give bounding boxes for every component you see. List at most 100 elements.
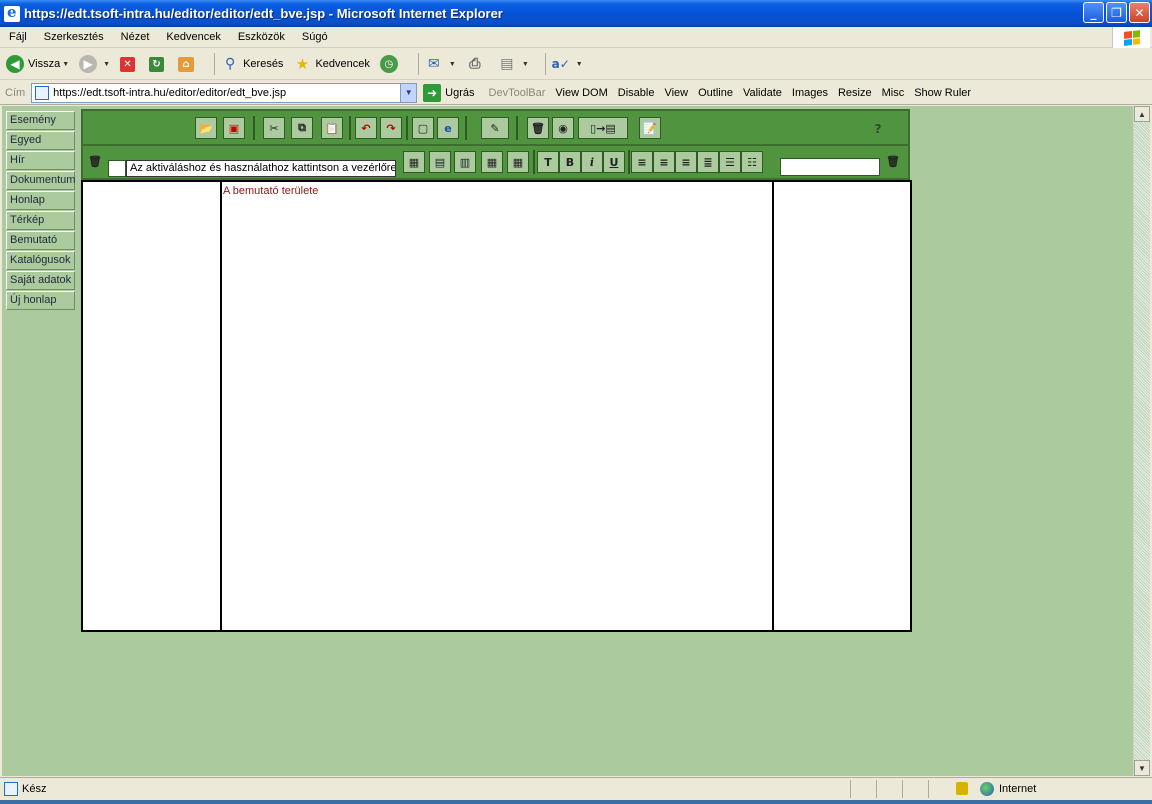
center-column[interactable]: A bemutató területe — [222, 182, 774, 630]
home-button[interactable]: ⌂ — [178, 56, 198, 72]
justify-icon[interactable]: ≣ — [697, 151, 719, 173]
address-input[interactable]: https://edt.tsoft-intra.hu/editor/editor… — [31, 82, 418, 103]
close-button[interactable]: ✕ — [1129, 2, 1150, 23]
editor-separator — [349, 116, 351, 140]
menu-tools[interactable]: Eszközök — [229, 31, 293, 43]
vertical-scrollbar[interactable]: ▲ ▼ — [1133, 106, 1150, 776]
nav-item-egyed[interactable]: Egyed — [6, 131, 75, 150]
edit-button[interactable]: ▤ ▼ — [498, 55, 529, 73]
forward-button[interactable]: ▶ ▼ — [79, 55, 110, 73]
go-button[interactable]: ➜ Ugrás — [423, 83, 475, 102]
view-eye-icon[interactable]: ◉ — [552, 117, 574, 139]
notes-icon[interactable]: 📝 — [639, 117, 661, 139]
nav-item-katalogusok[interactable]: Katalógusok — [6, 251, 75, 270]
dev-view[interactable]: View — [664, 87, 688, 99]
page-content: Esemény Egyed Hír Dokumentum Honlap Térk… — [2, 106, 1133, 776]
save-icon[interactable]: ▣ — [223, 117, 245, 139]
properties-icon[interactable]: ✎ — [481, 117, 509, 139]
dev-validate[interactable]: Validate — [743, 87, 782, 99]
table-insert-row-icon[interactable]: ▤ — [429, 151, 451, 173]
menu-edit[interactable]: Szerkesztés — [35, 31, 112, 43]
scroll-down-icon[interactable]: ▼ — [1134, 760, 1150, 776]
address-dropdown-icon[interactable]: ▼ — [400, 83, 417, 102]
nav-item-sajat-adatok[interactable]: Saját adatok — [6, 271, 75, 290]
address-label: Cím — [5, 86, 26, 99]
table-insert-col-icon[interactable]: ▥ — [454, 151, 476, 173]
cut-icon[interactable]: ✂ — [263, 117, 285, 139]
window-controls: _ ❐ ✕ — [1083, 2, 1150, 23]
numbered-list-icon[interactable]: ☷ — [741, 151, 763, 173]
menu-favorites[interactable]: Kedvencek — [157, 31, 228, 43]
table-icon[interactable]: ▦ — [403, 151, 425, 173]
address-url[interactable]: https://edt.tsoft-intra.hu/editor/editor… — [53, 87, 286, 99]
undo-icon[interactable]: ↶ — [355, 117, 377, 139]
bold-icon[interactable]: B — [559, 151, 581, 173]
back-dropdown-icon[interactable]: ▼ — [62, 61, 69, 68]
dev-disable[interactable]: Disable — [618, 87, 655, 99]
favorites-button[interactable]: ★ Kedvencek — [293, 55, 370, 73]
preview-browser-icon[interactable]: e — [437, 117, 459, 139]
menu-help[interactable]: Súgó — [293, 31, 336, 43]
help-icon[interactable]: ? — [869, 120, 887, 138]
bullet-list-icon[interactable]: ☰ — [719, 151, 741, 173]
text-color-icon[interactable]: T — [537, 151, 559, 173]
edit-page-icon: ▤ — [500, 56, 514, 72]
left-column[interactable] — [83, 182, 222, 630]
editor-separator — [516, 116, 518, 140]
style-clear-icon[interactable]: 🗑 — [883, 151, 903, 171]
nav-item-uj-honlap[interactable]: Új honlap — [6, 291, 75, 310]
nav-item-dokumentum[interactable]: Dokumentum — [6, 171, 75, 190]
menu-view[interactable]: Nézet — [112, 31, 158, 43]
page-insert-icon[interactable]: ▯→▤ — [578, 117, 628, 139]
editor-toolbar-top: 📂 ▣ ✂ ⧉ 📋 ↶ ↷ ▢ e ✎ 🗑 ◉ ▯→▤ 📝 ? — [81, 109, 910, 146]
clear-icon[interactable]: 🗑 — [85, 151, 105, 171]
frame-icon[interactable]: ▢ — [412, 117, 434, 139]
nav-item-esemeny[interactable]: Esemény — [6, 111, 75, 130]
stop-button[interactable]: ✕ — [120, 56, 139, 72]
go-label: Ugrás — [445, 86, 475, 99]
menu-file[interactable]: Fájl — [0, 31, 35, 43]
style-input[interactable] — [780, 158, 880, 176]
mail-button[interactable]: ✉ ▼ — [425, 55, 456, 73]
align-right-icon[interactable]: ≡ — [675, 151, 697, 173]
refresh-button[interactable]: ↻ — [149, 56, 168, 72]
table-delete-row-icon[interactable]: ▦ — [481, 151, 503, 173]
dev-show-ruler[interactable]: Show Ruler — [914, 87, 971, 99]
nav-item-bemutato[interactable]: Bemutató — [6, 231, 75, 250]
spelling-dropdown-icon[interactable]: ▼ — [576, 61, 583, 68]
dev-view-dom[interactable]: View DOM — [555, 87, 607, 99]
mail-dropdown-icon[interactable]: ▼ — [449, 61, 456, 68]
dev-misc[interactable]: Misc — [882, 87, 905, 99]
activation-hint[interactable]: Az aktiváláshoz és használathoz kattints… — [126, 160, 396, 177]
dev-images[interactable]: Images — [792, 87, 828, 99]
dev-resize[interactable]: Resize — [838, 87, 872, 99]
scroll-up-icon[interactable]: ▲ — [1134, 106, 1150, 122]
redo-icon[interactable]: ↷ — [380, 117, 402, 139]
forward-dropdown-icon[interactable]: ▼ — [103, 61, 110, 68]
spelling-button[interactable]: a✓ ▼ — [552, 55, 583, 73]
italic-icon[interactable]: i — [581, 151, 603, 173]
underline-icon[interactable]: U — [603, 151, 625, 173]
delete-icon[interactable]: 🗑 — [527, 117, 549, 139]
open-folder-icon[interactable]: 📂 — [195, 117, 217, 139]
nav-item-honlap[interactable]: Honlap — [6, 191, 75, 210]
history-button[interactable]: ◷ — [379, 55, 402, 73]
favorites-label: Kedvencek — [315, 58, 370, 70]
table-merge-icon[interactable]: ▦ — [507, 151, 529, 173]
nav-item-hir[interactable]: Hír — [6, 151, 75, 170]
back-button[interactable]: ◀ Vissza ▼ — [6, 55, 69, 73]
maximize-button[interactable]: ❐ — [1106, 2, 1127, 23]
nav-item-terkep[interactable]: Térkép — [6, 211, 75, 230]
minimize-button[interactable]: _ — [1083, 2, 1104, 23]
align-center-icon[interactable]: ≡ — [653, 151, 675, 173]
align-left-icon[interactable]: ≡ — [631, 151, 653, 173]
dev-outline[interactable]: Outline — [698, 87, 733, 99]
print-button[interactable]: ⎙ — [466, 55, 488, 73]
color-swatch[interactable] — [108, 160, 126, 177]
editor-canvas[interactable]: A bemutató területe — [81, 180, 912, 632]
paste-icon[interactable]: 📋 — [321, 117, 343, 139]
edit-dropdown-icon[interactable]: ▼ — [522, 61, 529, 68]
copy-icon[interactable]: ⧉ — [291, 117, 313, 139]
star-icon: ★ — [295, 55, 310, 73]
search-button[interactable]: ⚲ Keresés — [221, 55, 284, 73]
